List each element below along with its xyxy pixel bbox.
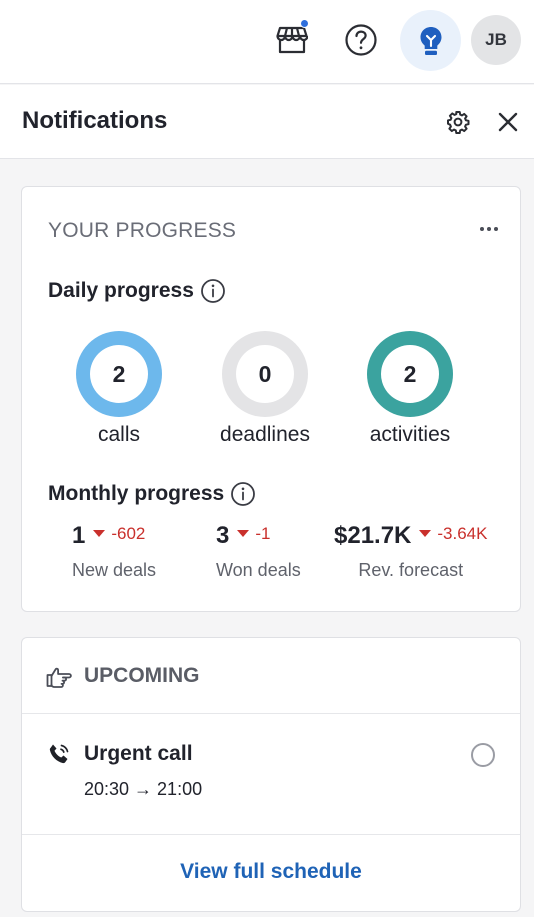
new-deals-metric[interactable]: 1 -602 New deals [72, 522, 156, 581]
complete-checkbox[interactable] [471, 743, 495, 767]
info-icon[interactable] [200, 278, 226, 304]
monthly-progress-label: Monthly progress [48, 482, 225, 505]
metric-delta: -3.64K [419, 524, 487, 544]
settings-button[interactable] [444, 108, 472, 136]
avatar-initials: JB [485, 30, 507, 49]
close-button[interactable] [494, 108, 522, 136]
deadlines-progress[interactable]: 0 deadlines [190, 331, 340, 451]
delta-text: -602 [111, 523, 146, 543]
more-dot-icon [480, 227, 484, 231]
calls-label: calls [97, 423, 140, 446]
down-triangle-icon [237, 530, 250, 537]
daily-progress-title: Daily progress [48, 278, 226, 304]
marketplace-button[interactable] [269, 17, 315, 63]
calls-progress[interactable]: 2 calls [44, 331, 194, 451]
user-avatar[interactable]: JB [471, 15, 521, 65]
upcoming-card: UPCOMING Urgent call 20:30 → 21:00 View … [21, 637, 521, 912]
won-deals-metric[interactable]: 3 -1 Won deals [216, 522, 301, 581]
metric-value: 3 [216, 522, 230, 549]
notification-dot [300, 19, 309, 28]
monthly-progress-title: Monthly progress [48, 481, 256, 507]
help-button[interactable] [338, 17, 384, 63]
gear-icon [447, 111, 470, 134]
close-icon [498, 112, 518, 132]
metric-label: Won deals [216, 560, 301, 580]
progress-card: YOUR PROGRESS Daily progress 2 calls 0 d… [21, 186, 521, 612]
activities-label: activities [369, 423, 451, 446]
event-item[interactable]: Urgent call 20:30 → 21:00 [22, 715, 520, 835]
metric-label: Rev. forecast [358, 560, 464, 580]
metric-delta: -1 [237, 524, 270, 544]
progress-ring: 2 [76, 331, 162, 417]
help-icon [345, 24, 377, 56]
event-time: 20:30 → 21:00 [84, 779, 203, 799]
activities-progress[interactable]: 2 activities [335, 331, 485, 451]
notifications-header: Notifications [0, 85, 534, 159]
top-bar: JB [0, 0, 534, 84]
down-triangle-icon [93, 530, 106, 537]
more-dot-icon [487, 227, 491, 231]
metric-value: $21.7K [334, 522, 412, 549]
revenue-forecast-metric[interactable]: $21.7K -3.64K Rev. forecast [334, 522, 487, 581]
upcoming-section-label: UPCOMING [84, 664, 200, 687]
marketplace-icon [276, 26, 308, 54]
deadlines-count: 0 [236, 345, 294, 403]
upcoming-header: UPCOMING [22, 638, 520, 714]
view-full-schedule-link[interactable]: View full schedule [22, 860, 520, 884]
pointing-hand-icon [46, 667, 72, 688]
more-dot-icon [494, 227, 498, 231]
activities-count: 2 [381, 345, 439, 403]
progress-ring: 0 [222, 331, 308, 417]
delta-text: -1 [255, 523, 271, 543]
progress-ring: 2 [367, 331, 453, 417]
metric-label: New deals [72, 560, 157, 580]
more-options-button[interactable] [474, 217, 504, 241]
down-triangle-icon [419, 530, 432, 537]
insights-button[interactable] [400, 10, 461, 71]
lightbulb-icon [420, 26, 441, 55]
progress-section-label: YOUR PROGRESS [48, 219, 237, 242]
calls-count: 2 [90, 345, 148, 403]
metric-delta: -602 [93, 524, 145, 544]
panel-title: Notifications [22, 107, 168, 134]
event-title: Urgent call [84, 742, 193, 765]
metric-value: 1 [72, 522, 86, 549]
phone-icon [49, 744, 69, 764]
deadlines-label: deadlines [220, 423, 310, 446]
delta-text: -3.64K [437, 523, 488, 543]
info-icon[interactable] [230, 481, 256, 507]
daily-progress-label: Daily progress [48, 279, 194, 302]
